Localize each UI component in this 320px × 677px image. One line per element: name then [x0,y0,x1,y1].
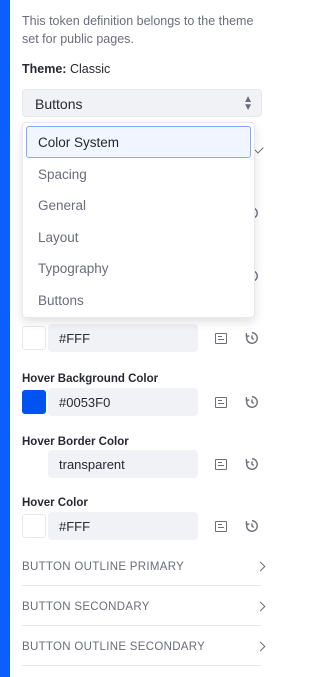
menu-item-color-system[interactable]: Color System [26,126,251,158]
section-label: BUTTON OUTLINE PRIMARY [22,561,185,573]
category-select[interactable]: Buttons ▲ ▼ [22,89,262,117]
theme-line: Theme: Classic [22,62,110,76]
menu-item-layout[interactable]: Layout [26,221,251,253]
reset-history-icon[interactable] [245,331,259,345]
sidebar-accent-strip [0,0,10,677]
section-label: BUTTON OUTLINE SECONDARY [22,641,206,653]
token-picker-icon[interactable] [215,333,227,344]
menu-item-general[interactable]: General [26,189,251,221]
category-dropdown-menu: Color System Spacing General Layout Typo… [22,122,255,318]
theme-label: Theme: [22,62,67,76]
section-label: BUTTON SECONDARY [22,601,150,613]
section-button-outline-secondary[interactable]: BUTTON OUTLINE SECONDARY [22,630,266,666]
color-value-input[interactable]: #FFF [48,512,198,540]
token-picker-icon[interactable] [215,459,227,470]
reset-history-icon[interactable] [245,519,259,533]
color-swatch[interactable] [22,390,46,414]
reset-history-icon[interactable] [245,457,259,471]
hover-border-color-label: Hover Border Color [22,436,129,448]
chevron-right-icon [255,641,266,652]
color-value-input[interactable]: #FFF [48,324,198,352]
token-picker-icon[interactable] [215,521,227,532]
color-value-input[interactable]: transparent [48,450,198,478]
reset-history-icon[interactable] [245,395,259,409]
menu-item-typography[interactable]: Typography [26,252,251,284]
chevron-right-icon [255,601,266,612]
menu-item-buttons[interactable]: Buttons [26,284,251,316]
menu-item-spacing[interactable]: Spacing [26,158,251,190]
token-description: This token definition belongs to the the… [22,14,254,46]
theme-value: Classic [69,62,111,76]
color-swatch[interactable] [22,452,46,476]
hover-color-label: Hover Color [22,497,88,509]
token-picker-icon[interactable] [215,397,227,408]
category-select-value: Buttons [35,96,83,112]
chevron-right-icon [255,561,266,572]
hover-background-color-label: Hover Background Color [22,373,159,385]
section-button-secondary[interactable]: BUTTON SECONDARY [22,590,266,626]
section-button-outline-primary[interactable]: BUTTON OUTLINE PRIMARY [22,550,266,586]
color-swatch[interactable] [22,326,46,350]
select-caret-icon: ▲ ▼ [243,94,253,113]
color-swatch[interactable] [22,514,46,538]
color-value-input[interactable]: #0053F0 [48,388,198,416]
